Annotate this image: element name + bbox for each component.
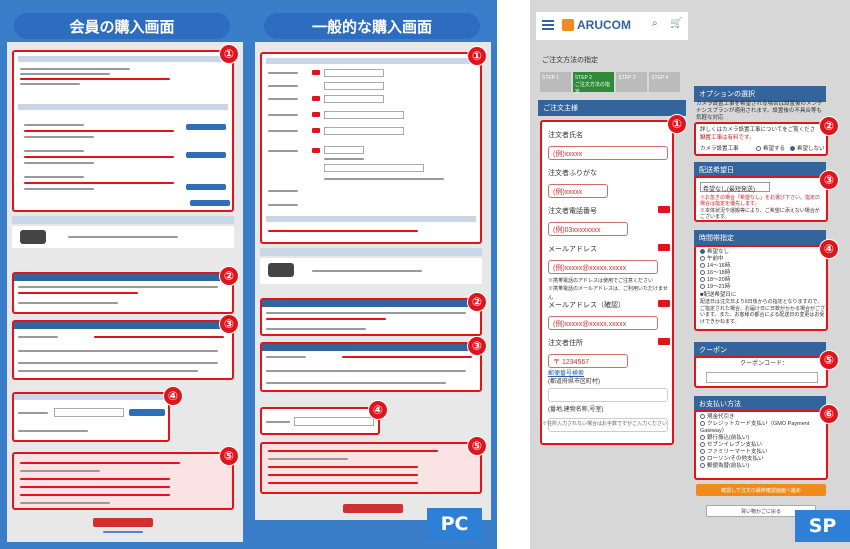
kana-input[interactable]: (例)xxxxx: [548, 184, 608, 198]
payment-option-0[interactable]: 現金代引き: [700, 414, 826, 421]
option-label: カメラ設置工事: [700, 146, 739, 152]
badge-5: ⑤: [219, 446, 239, 466]
payment-option-6[interactable]: 郵便為替(前払い): [700, 463, 749, 470]
sp-coupon-box: クーポンコード：: [694, 356, 828, 388]
member-option-box: [12, 272, 234, 314]
sp-payment-box: 現金代引き クレジットカード支払い（GMO Payment Gateway） 銀…: [694, 410, 828, 480]
general-coupon-box: [260, 407, 380, 435]
badge-3: ③: [219, 314, 239, 334]
time-option-4[interactable]: 18〜20時: [700, 277, 730, 284]
sp-badge-1: ①: [667, 114, 687, 134]
time-option-5[interactable]: 19〜21時: [700, 284, 730, 291]
sp-option-header: オプションの選択: [694, 86, 826, 102]
sp-time-header: 時間帯指定: [694, 230, 826, 246]
step-2: STEP 2 ご注文方法の指定: [572, 72, 615, 95]
sp-step-title: ご注文方法の指定: [542, 57, 598, 64]
badge-4-general: ④: [368, 400, 388, 420]
email-label: メールアドレス: [548, 246, 597, 253]
email-confirm-label: メールアドレス（確認）: [548, 302, 625, 309]
sp-order-form-box: 注文者氏名 (例)xxxxx 注文者ふりがな (例)xxxxx 注文者電話番号 …: [540, 120, 674, 445]
prefecture-label: (都道府県市区町村): [548, 379, 600, 385]
kana-label: 注文者ふりがな: [548, 170, 597, 177]
delivery-date-select[interactable]: 希望なし(最短発送): [700, 182, 770, 193]
delivery-note-2: ※本体状況や運搬等により、ご希望に添えない場合がございます。: [700, 208, 820, 220]
email-confirm-input[interactable]: (例)xxxxx@xxxxx.xxxxx: [548, 316, 658, 330]
time-option-2[interactable]: 14〜16時: [700, 263, 730, 270]
badge-5-general: ⑤: [467, 436, 487, 456]
name-input[interactable]: (例)xxxxx: [548, 146, 668, 160]
sp-badge-2: ②: [819, 116, 839, 136]
search-icon[interactable]: ⌕: [652, 18, 658, 29]
sp-badge-5: ⑤: [819, 350, 839, 370]
address-note: ※住所入力されない場合はお手数ですがご入力ください: [542, 421, 668, 427]
option-fee-note: 設置工事は有料です。: [700, 135, 755, 141]
member-product-row: [12, 226, 234, 248]
phone-input[interactable]: (例)03xxxxxxxx: [548, 222, 628, 236]
badge-2-general: ②: [467, 292, 487, 312]
general-column: ① ② ③ ④ ⑤: [255, 42, 491, 520]
coupon-label: クーポンコード：: [740, 361, 789, 367]
time-option-3[interactable]: 16〜18時: [700, 270, 730, 277]
address-label: 注文者住所: [548, 340, 583, 347]
general-product-row: [260, 258, 482, 284]
member-column: ① ② ③ ④ ⑤: [7, 42, 243, 542]
delivery-note-1: ※お急ぎの場合「希望なし」をお選び下さい。指定の場合は指定を優先します。: [700, 195, 821, 207]
badge-2: ②: [219, 266, 239, 286]
sp-tag: SP: [795, 510, 850, 542]
sp-header: ARUCOM ⌕ 🛒: [536, 12, 688, 40]
sp-logo: ARUCOM: [577, 18, 631, 32]
general-customer-box: [260, 52, 482, 244]
badge-4: ④: [163, 386, 183, 406]
sp-option-box: 詳しくはカメラ設置工事についてをご覧ください。 設置工事は有料です。 カメラ設置…: [694, 122, 828, 156]
general-option-box: [260, 298, 482, 336]
sp-time-box: 希望なし 午前中 14〜16時 16〜18時 18〜20時 19〜21時 ■配送…: [694, 245, 828, 331]
time-note-head: ■配送希望日に: [700, 292, 737, 298]
sp-badge-6: ⑥: [819, 404, 839, 424]
payment-option-1[interactable]: クレジットカード支払い（GMO Payment Gateway）: [700, 421, 826, 435]
option-description: カメラ設置工事を希望される場合は設置後のメンテナンスプランが適用されます。設置後…: [696, 101, 823, 121]
pc-tag: PC: [427, 508, 482, 540]
step-3: STEP 3: [616, 72, 648, 92]
general-payment-box: [260, 442, 482, 494]
cart-icon[interactable]: 🛒: [670, 18, 682, 29]
option-choice-no[interactable]: 希望しない: [790, 145, 825, 154]
city-input[interactable]: [548, 388, 668, 402]
payment-option-3[interactable]: セブンイレブン支払い: [700, 442, 762, 449]
sp-badge-3: ③: [819, 170, 839, 190]
step-1: STEP 1: [540, 72, 571, 92]
badge-3-general: ③: [467, 336, 487, 356]
time-note: 配送日は注文日より6日後からの指定となりますので、ご指定された場合、お届け日に日…: [700, 299, 826, 325]
sp-delivery-box: 希望なし(最短発送) ※お急ぎの場合「希望なし」をお選び下さい。指定の場合は指定…: [694, 176, 828, 222]
sp-order-section-header: ご注文主様: [538, 100, 686, 116]
member-address-box: [12, 50, 234, 212]
step-4: STEP 4: [649, 72, 680, 92]
email-input[interactable]: (例)xxxxx@xxxxx.xxxxx: [548, 260, 658, 274]
time-option-1[interactable]: 午前中: [700, 256, 724, 263]
badge-1: ①: [219, 44, 239, 64]
member-coupon-box: [12, 392, 170, 442]
pc-panel: 会員の購入画面 一般的な購入画面 ① ② ③ ④ ⑤ ① ② ③ ④ ⑤ PC: [0, 0, 497, 549]
next-step-button[interactable]: 確認して注文の最終確認画面へ進め: [696, 484, 826, 496]
badge-1-general: ①: [467, 46, 487, 66]
time-option-0[interactable]: 希望なし: [700, 249, 729, 256]
sp-panel: ARUCOM ⌕ 🛒 ご注文方法の指定 STEP 1 STEP 2 ご注文方法の指…: [530, 0, 850, 549]
sp-badge-4: ④: [819, 239, 839, 259]
general-purchase-title: 一般的な購入画面: [264, 13, 480, 39]
general-delivery-box: [260, 342, 482, 392]
sp-steps: STEP 1 STEP 2 ご注文方法の指定 STEP 3 STEP 4: [540, 72, 680, 95]
member-delivery-box: [12, 320, 234, 380]
option-choice-yes[interactable]: 希望する: [756, 145, 785, 154]
name-label: 注文者氏名: [548, 132, 583, 139]
member-purchase-title: 会員の購入画面: [14, 13, 230, 39]
phone-label: 注文者電話番号: [548, 208, 597, 215]
payment-option-4[interactable]: ファミリーマート支払い: [700, 449, 768, 456]
member-payment-box: [12, 452, 234, 510]
coupon-input[interactable]: [706, 372, 818, 383]
zip-input[interactable]: 〒 1234567: [548, 354, 628, 368]
street-label: (番地,建物名称,号室): [548, 407, 604, 413]
payment-option-2[interactable]: 銀行振込(前払い): [700, 435, 749, 442]
payment-option-5[interactable]: ローソン/その他支払い: [700, 456, 764, 463]
